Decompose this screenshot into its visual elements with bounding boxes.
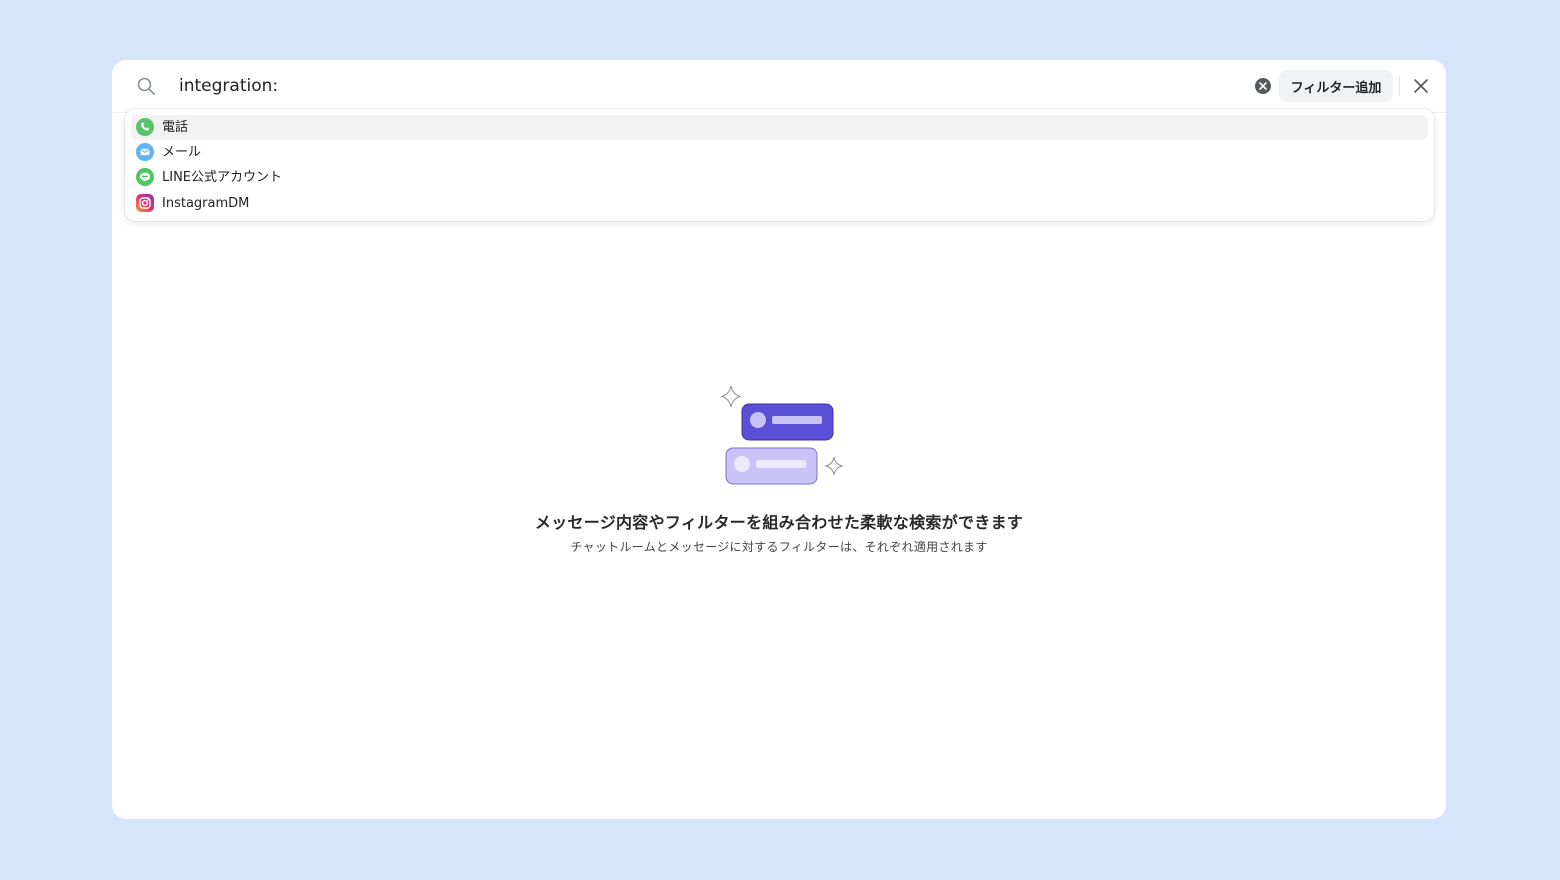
chat-illustration-icon bbox=[720, 385, 844, 485]
dropdown-item-label: 電話 bbox=[162, 120, 189, 135]
search-bar: フィルター追加 bbox=[112, 60, 1446, 113]
dropdown-item-phone[interactable]: 電話 bbox=[131, 115, 1428, 140]
phone-icon bbox=[136, 118, 154, 136]
search-modal: フィルター追加 電話 メール bbox=[112, 60, 1446, 819]
dropdown-item-label: LINE公式アカウント bbox=[162, 170, 283, 185]
search-input[interactable] bbox=[179, 72, 1239, 100]
dropdown-item-instagram[interactable]: InstagramDM bbox=[131, 191, 1428, 216]
close-icon[interactable] bbox=[1411, 76, 1431, 96]
add-filter-button[interactable]: フィルター追加 bbox=[1279, 70, 1393, 102]
empty-state-subtitle: チャットルームとメッセージに対するフィルターは、それぞれ適用されます bbox=[570, 540, 988, 554]
dropdown-item-line[interactable]: LINE公式アカウント bbox=[131, 165, 1428, 190]
clear-search-icon[interactable] bbox=[1254, 77, 1272, 95]
integration-dropdown: 電話 メール LINE公式アカウント InstagramDM bbox=[125, 109, 1434, 221]
instagram-icon bbox=[136, 194, 154, 212]
empty-state-title: メッセージ内容やフィルターを組み合わせた柔軟な検索ができます bbox=[534, 513, 1024, 532]
divider bbox=[1399, 76, 1400, 96]
dropdown-item-mail[interactable]: メール bbox=[131, 140, 1428, 165]
line-icon bbox=[136, 168, 154, 186]
mail-icon bbox=[136, 143, 154, 161]
search-icon bbox=[137, 77, 155, 95]
dropdown-item-label: InstagramDM bbox=[162, 196, 250, 211]
dropdown-item-label: メール bbox=[162, 145, 202, 160]
